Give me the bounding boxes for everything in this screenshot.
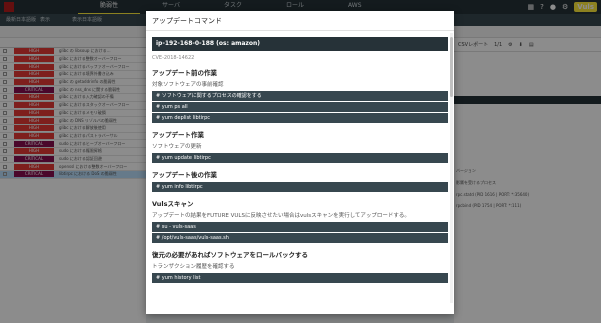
modal-body: ip-192-168-0-188 (os: amazon) CVE-2018-1… — [146, 31, 454, 283]
section-title: Vulsスキャン — [152, 200, 194, 208]
modal-title: アップデートコマンド — [146, 11, 454, 31]
section-title: アップデート前の作業 — [152, 69, 217, 77]
cve-id: CVE-2018-14622 — [152, 55, 195, 61]
command-line[interactable]: # yum deplist libtirpc — [152, 113, 448, 123]
scrollbar-thumb[interactable] — [450, 37, 453, 97]
section-title: アップデート後の作業 — [152, 171, 217, 179]
section-description: 対象ソフトウェアの事前確認 — [152, 82, 224, 88]
section-title: アップデート作業 — [152, 131, 204, 139]
section-description: ソフトウェアの更新 — [152, 144, 202, 150]
host-header: ip-192-168-0-188 (os: amazon) — [152, 37, 448, 51]
section-title: 復元の必要があればソフトウェアをロールバックする — [152, 251, 308, 259]
command-sections: アップデート前の作業対象ソフトウェアの事前確認 # ソフトウェアに関するプロセスの… — [152, 67, 448, 283]
command-line[interactable]: # yum update libtirpc — [152, 153, 448, 163]
section-description: トランザクション履歴を確認する — [152, 264, 235, 270]
command-line[interactable]: # yum history list — [152, 273, 448, 283]
command-line[interactable]: # yum ps all — [152, 102, 448, 112]
modal-scrollbar[interactable] — [450, 33, 453, 303]
command-line[interactable]: # yum info libtirpc — [152, 182, 448, 192]
section-description: アップデートの結果をFUTURE VULSに反映させたい場合はvulsスキャンを… — [152, 213, 410, 219]
command-line[interactable]: # su - vuls-saas — [152, 222, 448, 232]
update-command-modal: アップデートコマンド ip-192-168-0-188 (os: amazon)… — [146, 11, 454, 314]
command-line[interactable]: # /opt/vuls-saas/vuls-saas.sh — [152, 233, 448, 243]
command-line[interactable]: # ソフトウェアに関するプロセスの確認をする — [152, 91, 448, 101]
